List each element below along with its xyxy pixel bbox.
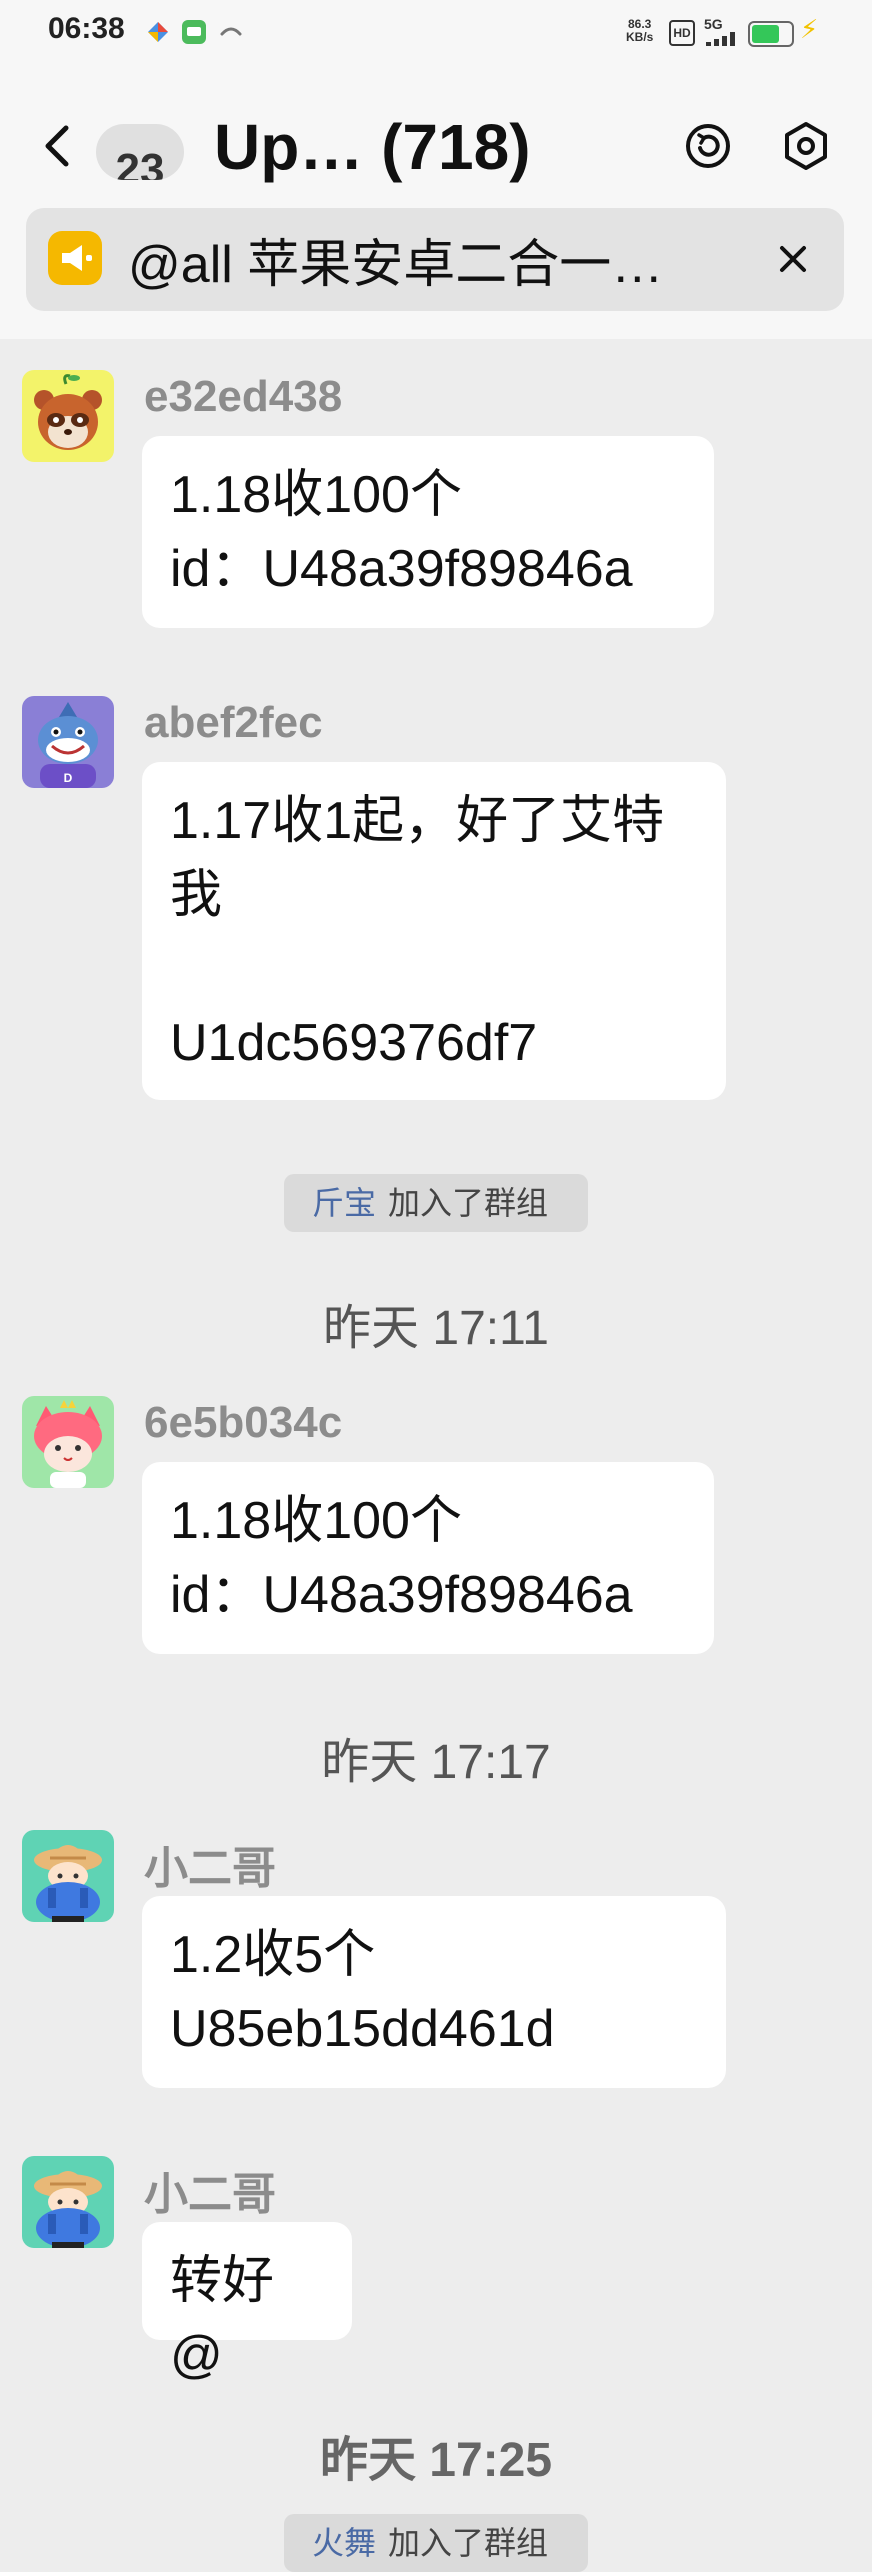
pink-cat-avatar-icon — [34, 1400, 102, 1488]
timestamp: 昨天 17:11 — [323, 1302, 549, 1355]
status-time: 06:38 — [48, 12, 125, 45]
timestamp: 昨天 17:17 — [321, 1736, 551, 1789]
announcement-text[interactable]: @all 苹果安卓二合一… — [128, 222, 663, 297]
link-icon — [218, 20, 242, 44]
joined-member-name[interactable]: 斤宝 — [312, 1185, 376, 1221]
sender-name[interactable]: 6e5b034c — [144, 1398, 342, 1448]
chat-title: Up… (718) — [214, 111, 531, 183]
network-speed: 86.3 KB/s — [626, 17, 654, 44]
avatar[interactable] — [22, 1396, 114, 1488]
avatar[interactable] — [22, 370, 114, 462]
message-bubble[interactable]: 1.17收1起，好了艾特 我 U1dc569376df7 — [142, 762, 726, 1100]
join-text: 加入了群组 — [388, 1185, 549, 1221]
timestamp: 昨天 17:25 — [319, 2434, 553, 2487]
close-icon — [780, 246, 806, 272]
avatar[interactable]: D — [22, 696, 114, 788]
system-join-notice: 火舞 加入了群组 — [284, 2514, 588, 2572]
raccoon-avatar-icon — [34, 374, 102, 450]
chevron-left-icon — [45, 125, 69, 167]
network-type: 5G — [704, 16, 723, 32]
avatar[interactable] — [22, 1830, 114, 1922]
message-bubble[interactable]: 1.18收100个 id：U48a39f89846a — [142, 1462, 714, 1654]
app-icon-colorful — [146, 20, 170, 44]
joined-member-name[interactable]: 火舞 — [312, 2525, 376, 2561]
hd-badge: HD — [669, 20, 695, 46]
settings-button[interactable] — [778, 118, 834, 174]
sender-name[interactable]: e32ed438 — [144, 372, 342, 422]
refresh-circle-icon — [686, 124, 730, 168]
back-button[interactable] — [38, 118, 78, 174]
message-bubble[interactable]: 1.18收100个 id：U48a39f89846a — [142, 436, 714, 628]
farmer-avatar-icon — [34, 1845, 102, 1922]
shark-avatar-icon: D — [38, 702, 98, 788]
svg-text:D: D — [64, 771, 73, 785]
signal-icon — [706, 32, 742, 51]
settings-hexagon-icon — [785, 122, 827, 170]
megaphone-icon — [48, 231, 102, 285]
message-bubble[interactable]: 1.2收5个 U85eb15dd461d — [142, 1896, 726, 2088]
battery-level — [752, 25, 779, 43]
sender-name[interactable]: abef2fec — [144, 698, 323, 748]
sender-name[interactable]: 小二哥 — [144, 1832, 276, 1896]
refresh-button[interactable] — [680, 118, 736, 174]
charging-bolt-icon: ⚡ — [800, 14, 819, 44]
join-text: 加入了群组 — [388, 2525, 549, 2561]
message-bubble[interactable]: 转好@ — [142, 2222, 352, 2384]
unread-count-badge[interactable]: 23 — [96, 124, 184, 180]
announcement-close-button[interactable] — [768, 234, 818, 284]
system-join-notice: 斤宝 加入了群组 — [284, 1174, 588, 1232]
message-icon — [182, 20, 206, 44]
sender-name[interactable]: 小二哥 — [144, 2158, 276, 2222]
farmer-avatar-icon — [34, 2171, 102, 2248]
avatar[interactable] — [22, 2156, 114, 2248]
